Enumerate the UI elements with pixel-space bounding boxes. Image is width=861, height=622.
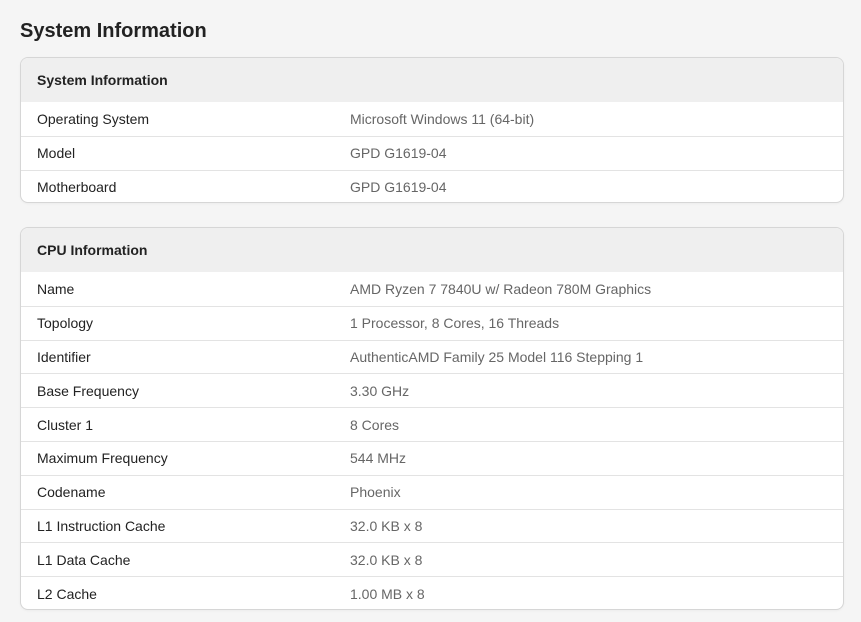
table-row-label: Operating System	[37, 110, 150, 127]
table-row-label: Name	[37, 280, 75, 297]
table-row-value: 32.0 KB x 8	[350, 517, 423, 534]
table-row: Motherboard GPD G1619-04	[21, 169, 843, 202]
table-row-label: Model	[37, 145, 76, 162]
table-row: Name AMD Ryzen 7 7840U w/ Radeon 780M Gr…	[21, 272, 843, 306]
cpu-information-header: CPU Information	[21, 228, 843, 272]
system-information-table: Operating System Microsoft Windows 11 (6…	[21, 102, 843, 202]
table-row-value: GPD G1619-04	[350, 178, 447, 195]
table-row-value: 3.30 GHz	[350, 382, 410, 399]
table-row-value: AuthenticAMD Family 25 Model 116 Steppin…	[350, 348, 644, 365]
page-title: System Information	[20, 20, 207, 42]
table-row-label: Maximum Frequency	[37, 450, 168, 467]
table-row: Maximum Frequency 544 MHz	[21, 440, 843, 475]
table-row-value: 8 Cores	[350, 416, 400, 433]
table-row-label: Motherboard	[37, 178, 117, 195]
table-row: Topology 1 Processor, 8 Cores, 16 Thread…	[21, 305, 843, 340]
table-row-label: L2 Cache	[37, 585, 97, 602]
table-row-label: Codename	[37, 484, 106, 501]
table-row-value: 1.00 MB x 8	[350, 585, 425, 602]
table-row-label: Topology	[37, 315, 94, 332]
system-information-card: System Information Operating System Micr…	[20, 57, 844, 203]
table-row: Operating System Microsoft Windows 11 (6…	[21, 102, 843, 136]
table-row-value: Phoenix	[350, 484, 401, 501]
table-row-value: AMD Ryzen 7 7840U w/ Radeon 780M Graphic…	[350, 280, 652, 297]
table-row: Base Frequency 3.30 GHz	[21, 373, 843, 407]
cpu-information-card: CPU Information Name AMD Ryzen 7 7840U w…	[20, 227, 844, 610]
table-row: Model GPD G1619-04	[21, 135, 843, 170]
table-row-label: Identifier	[37, 348, 91, 365]
table-row: L1 Data Cache 32.0 KB x 8	[21, 542, 843, 576]
table-row-value: 32.0 KB x 8	[350, 551, 423, 568]
table-row: L2 Cache 1.00 MB x 8	[21, 576, 843, 609]
table-row-value: 544 MHz	[350, 450, 407, 467]
cpu-information-table: Name AMD Ryzen 7 7840U w/ Radeon 780M Gr…	[21, 272, 843, 609]
system-information-page: System Information System Information Op…	[0, 0, 861, 622]
table-row-value: 1 Processor, 8 Cores, 16 Threads	[350, 315, 560, 332]
table-row-value: GPD G1619-04	[350, 145, 447, 162]
table-row: L1 Instruction Cache 32.0 KB x 8	[21, 508, 843, 543]
table-row-value: Microsoft Windows 11 (64-bit)	[350, 110, 535, 127]
table-row-label: L1 Instruction Cache	[37, 517, 166, 534]
table-row: Cluster 1 8 Cores	[21, 407, 843, 441]
table-row-label: Base Frequency	[37, 382, 139, 399]
table-row-label: L1 Data Cache	[37, 551, 131, 568]
table-row-label: Cluster 1	[37, 416, 94, 433]
table-row: Codename Phoenix	[21, 474, 843, 509]
table-row: Identifier AuthenticAMD Family 25 Model …	[21, 339, 843, 374]
system-information-header: System Information	[21, 58, 843, 102]
